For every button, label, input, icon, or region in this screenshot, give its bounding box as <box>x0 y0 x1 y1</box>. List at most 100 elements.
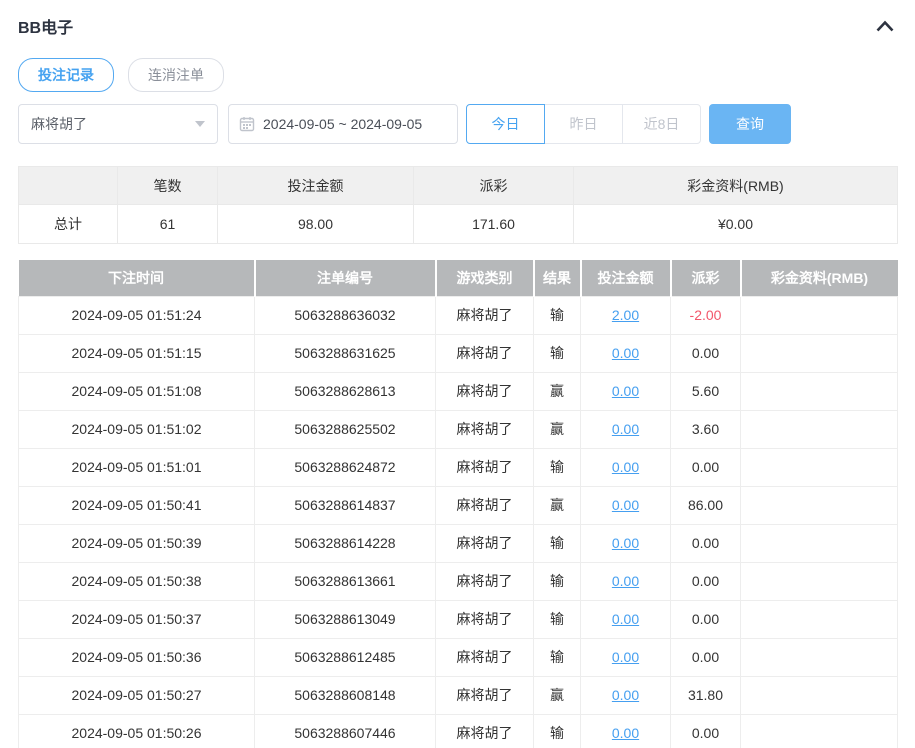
quick-date-button-1[interactable]: 昨日 <box>544 104 623 144</box>
order-no-cell: 5063288608148 <box>254 675 436 715</box>
table-row: 2024-09-05 01:50:26 5063288607446 麻将胡了输 0.0… <box>18 713 898 748</box>
detail-header-cell: 投注金额 <box>580 260 672 296</box>
result-cell: 输 <box>533 637 581 677</box>
order-no-cell: 5063288613049 <box>254 599 436 639</box>
payout-cell: 31.80 <box>670 675 741 715</box>
record-type-tabs: 投注记录 连消注单 <box>18 58 897 92</box>
bet-amount-link[interactable]: 0.00 <box>612 497 639 513</box>
table-row: 2024-09-05 01:50:27 5063288608148 麻将胡了赢 0.0… <box>18 675 898 715</box>
detail-header-row: 下注时间 注单编号 游戏类别 结果 投注金额 派彩 彩金资料(RMB) <box>18 260 898 296</box>
result-cell: 输 <box>533 523 581 563</box>
table-row: 2024-09-05 01:50:38 5063288613661 麻将胡了输 0.0… <box>18 561 898 601</box>
bet-amount-link[interactable]: 0.00 <box>612 649 639 665</box>
bet-amount-link[interactable]: 0.00 <box>612 421 639 437</box>
result-cell: 输 <box>533 333 581 373</box>
payout-cell: 0.00 <box>670 523 741 563</box>
bonus-cell <box>740 675 898 715</box>
bet-amount-link[interactable]: 0.00 <box>612 687 639 703</box>
bet-time-cell: 2024-09-05 01:50:41 <box>18 485 255 525</box>
table-row: 2024-09-05 01:51:24 5063288636032 麻将胡了输 2.0… <box>18 295 898 335</box>
calendar-icon <box>239 116 255 132</box>
bonus-cell <box>740 485 898 525</box>
bet-amount-link[interactable]: 0.00 <box>612 535 639 551</box>
bet-time-cell: 2024-09-05 01:50:27 <box>18 675 255 715</box>
page-title: BB电子 <box>18 20 74 37</box>
bet-amount-cell: 0.00 <box>580 485 671 525</box>
summary-header-cell: 笔数 <box>117 166 218 205</box>
game-type-cell: 麻将胡了 <box>435 675 534 715</box>
bet-amount-link[interactable]: 0.00 <box>612 611 639 627</box>
quick-date-button-0[interactable]: 今日 <box>466 104 545 144</box>
bet-amount-cell: 0.00 <box>580 561 671 601</box>
table-row: 2024-09-05 01:50:41 5063288614837 麻将胡了赢 0.0… <box>18 485 898 525</box>
game-type-cell: 麻将胡了 <box>435 371 534 411</box>
result-cell: 输 <box>533 295 581 335</box>
bet-amount-link[interactable]: 0.00 <box>612 345 639 361</box>
result-cell: 输 <box>533 447 581 487</box>
payout-cell: 0.00 <box>670 637 741 677</box>
date-range-input[interactable]: 2024-09-05 ~ 2024-09-05 <box>228 104 458 144</box>
order-no-cell: 5063288614228 <box>254 523 436 563</box>
bet-time-cell: 2024-09-05 01:51:15 <box>18 333 255 373</box>
summary-cell: 98.00 <box>217 204 414 244</box>
detail-header-cell: 派彩 <box>670 260 742 296</box>
betting-records-panel: BB电子 投注记录 连消注单 麻将胡了 2024-09-05 ~ 2024-09… <box>0 0 915 748</box>
summary-cell: 61 <box>117 204 218 244</box>
chevron-down-icon <box>195 121 205 127</box>
table-row: 2024-09-05 01:51:08 5063288628613 麻将胡了赢 0.0… <box>18 371 898 411</box>
summary-header-cell: 投注金额 <box>217 166 414 205</box>
summary-total-row: 总计 61 98.00 171.60 ¥0.00 <box>18 204 898 244</box>
bet-amount-link[interactable]: 0.00 <box>612 725 639 741</box>
order-no-cell: 5063288607446 <box>254 713 436 748</box>
detail-header-cell: 彩金资料(RMB) <box>740 260 898 296</box>
game-select-value: 麻将胡了 <box>31 116 87 132</box>
detail-header-cell: 结果 <box>533 260 582 296</box>
payout-cell: -2.00 <box>670 295 741 335</box>
bet-time-cell: 2024-09-05 01:50:37 <box>18 599 255 639</box>
payout-cell: 0.00 <box>670 333 741 373</box>
bet-amount-cell: 0.00 <box>580 447 671 487</box>
bet-amount-cell: 0.00 <box>580 409 671 449</box>
bet-time-cell: 2024-09-05 01:50:38 <box>18 561 255 601</box>
order-no-cell: 5063288636032 <box>254 295 436 335</box>
bonus-cell <box>740 561 898 601</box>
bet-amount-link[interactable]: 0.00 <box>612 459 639 475</box>
payout-cell: 5.60 <box>670 371 741 411</box>
payout-cell: 0.00 <box>670 713 741 748</box>
bet-time-cell: 2024-09-05 01:51:24 <box>18 295 255 335</box>
bonus-cell <box>740 713 898 748</box>
game-select[interactable]: 麻将胡了 <box>18 104 218 144</box>
quick-date-button-group: 今日 昨日 近8日 <box>466 104 701 144</box>
bet-amount-link[interactable]: 0.00 <box>612 383 639 399</box>
order-no-cell: 5063288625502 <box>254 409 436 449</box>
game-type-cell: 麻将胡了 <box>435 485 534 525</box>
tab-betting-records[interactable]: 投注记录 <box>18 58 114 92</box>
result-cell: 赢 <box>533 485 581 525</box>
search-button[interactable]: 查询 <box>709 104 791 144</box>
bonus-cell <box>740 295 898 335</box>
payout-cell: 0.00 <box>670 561 741 601</box>
quick-date-button-2[interactable]: 近8日 <box>622 104 701 144</box>
payout-cell: 0.00 <box>670 599 741 639</box>
result-cell: 赢 <box>533 409 581 449</box>
payout-cell: 86.00 <box>670 485 741 525</box>
table-row: 2024-09-05 01:50:37 5063288613049 麻将胡了输 0.0… <box>18 599 898 639</box>
filter-bar: 麻将胡了 2024-09-05 ~ 2024-09-05 今日 昨日 近8日 查… <box>18 104 897 144</box>
summary-header-row: 笔数 投注金额 派彩 彩金资料(RMB) <box>18 166 898 205</box>
bet-time-cell: 2024-09-05 01:51:01 <box>18 447 255 487</box>
table-row: 2024-09-05 01:51:15 5063288631625 麻将胡了输 0.0… <box>18 333 898 373</box>
bet-amount-cell: 0.00 <box>580 637 671 677</box>
payout-cell: 0.00 <box>670 447 741 487</box>
table-row: 2024-09-05 01:51:02 5063288625502 麻将胡了赢 0.0… <box>18 409 898 449</box>
game-type-cell: 麻将胡了 <box>435 713 534 748</box>
game-type-cell: 麻将胡了 <box>435 295 534 335</box>
date-range-value: 2024-09-05 ~ 2024-09-05 <box>263 116 423 132</box>
order-no-cell: 5063288628613 <box>254 371 436 411</box>
order-no-cell: 5063288612485 <box>254 637 436 677</box>
bet-amount-link[interactable]: 0.00 <box>612 573 639 589</box>
bet-amount-link[interactable]: 2.00 <box>612 307 639 323</box>
game-type-cell: 麻将胡了 <box>435 637 534 677</box>
collapse-panel-button[interactable] <box>873 17 897 35</box>
tab-cancelled-orders[interactable]: 连消注单 <box>128 58 224 92</box>
bet-amount-cell: 0.00 <box>580 713 671 748</box>
